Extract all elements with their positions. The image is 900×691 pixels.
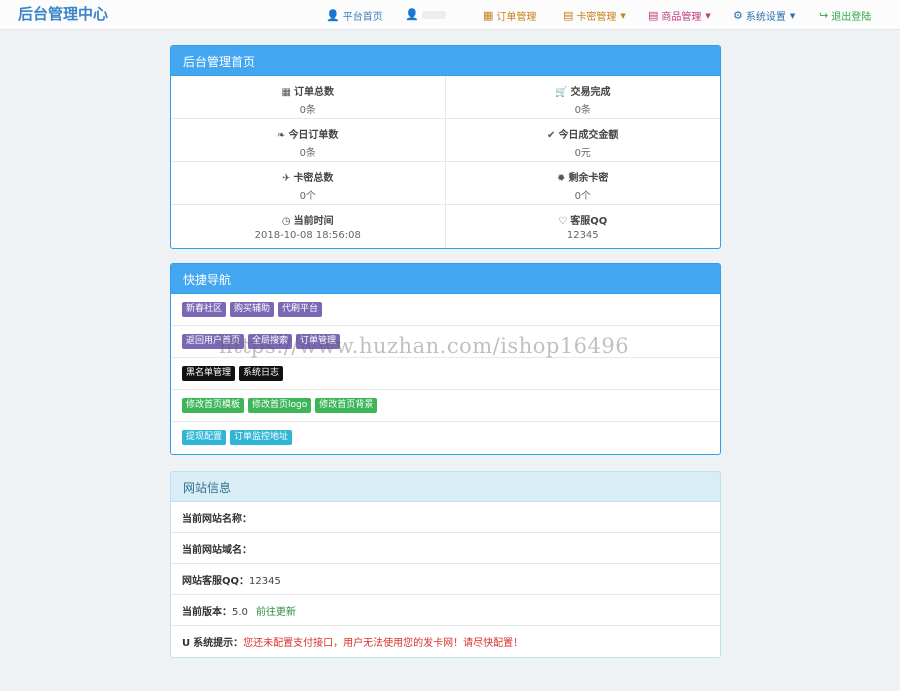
nav-home[interactable]: 👤 平台首页: [326, 8, 383, 23]
stat-label: 今日订单数: [288, 130, 339, 141]
top-navbar: 后台管理中心 👤 平台首页 👤 ▦ 订单管理 ▤ 卡密管理 ▼ ▤ 商品管理 ▼…: [0, 0, 900, 30]
gear-icon: ⚙: [733, 9, 743, 22]
magnet-icon: U: [182, 638, 191, 649]
quicknav-link-edit-template[interactable]: 修改首页模板: [182, 398, 245, 413]
site-name-label: 当前网站名称：: [182, 514, 252, 525]
brand-title[interactable]: 后台管理中心: [18, 3, 108, 24]
stat-service-qq: ♡ 客服QQ 12345: [446, 205, 721, 248]
quicknav-link-buy-assist[interactable]: 购买辅助: [230, 302, 275, 317]
stat-label: 剩余卡密: [568, 173, 609, 184]
username-blurred: [421, 10, 446, 19]
stat-current-time: ◷ 当前时间 2018-10-08 18:56:08: [171, 205, 446, 248]
heart-icon: ♡: [558, 216, 568, 227]
quicknav-title: 快捷导航: [171, 264, 720, 294]
user-icon: 👤: [326, 9, 340, 22]
stat-card-remaining: ✹ 剩余卡密 0个: [445, 162, 720, 205]
site-qq-value: 12345: [249, 576, 281, 587]
nav-orders[interactable]: ▦ 订单管理: [483, 8, 536, 23]
stat-value: 0条: [299, 148, 316, 159]
update-link[interactable]: 前往更新: [256, 607, 296, 618]
stat-label: 当前时间: [293, 216, 334, 227]
nav-products-label: 商品管理: [661, 12, 702, 23]
stat-value: 12345: [566, 230, 599, 241]
asterisk-icon: ✹: [557, 173, 566, 184]
stat-value: 0个: [299, 191, 316, 202]
stat-value: 0条: [299, 105, 316, 116]
card-icon: ▤: [563, 9, 574, 22]
stat-today-orders: ❧ 今日订单数 0条: [171, 119, 446, 162]
stat-value: 2018-10-08 18:56:08: [254, 230, 361, 241]
stat-value: 0条: [574, 105, 591, 116]
nav-orders-label: 订单管理: [496, 12, 537, 23]
stat-today-amount: ✔ 今日成交金额 0元: [445, 119, 720, 162]
stat-order-total: ▦ 订单总数 0条: [171, 76, 446, 119]
stat-completed: 🛒 交易完成 0条: [445, 76, 720, 119]
site-domain-label: 当前网站域名：: [182, 545, 252, 556]
site-qq-row: 网站客服QQ：12345: [171, 564, 720, 595]
nav-cards[interactable]: ▤ 卡密管理 ▼: [563, 8, 626, 23]
quicknav-row: 修改首页模板 修改首页logo 修改首页背景: [171, 390, 720, 422]
quicknav-panel: 快捷导航 新春社区 购买辅助 代刷平台 返回用户首页 全局搜索 订单管理 黑名单…: [170, 263, 721, 455]
system-notice-label: 系统提示：: [193, 638, 244, 649]
system-notice-row: U 系统提示：您还未配置支付接口，用户无法使用您的发卡网！请尽快配置！: [171, 626, 720, 657]
nav-user[interactable]: 👤: [405, 8, 446, 21]
watermark-text: https://www.huzhan.com/ishop16496: [219, 334, 630, 358]
system-notice-text: 您还未配置支付接口，用户无法使用您的发卡网！请尽快配置！: [243, 638, 524, 649]
quicknav-link-blacklist[interactable]: 黑名单管理: [182, 366, 236, 381]
stat-label: 交易完成: [570, 87, 611, 98]
table-icon: ▦: [483, 9, 494, 22]
logout-icon: ↪: [819, 9, 829, 22]
stat-label: 客服QQ: [570, 216, 608, 227]
site-version-row: 当前版本：5.0 前往更新: [171, 595, 720, 626]
quicknav-row: 新春社区 购买辅助 代刷平台: [171, 294, 720, 326]
caret-down-icon: ▼: [705, 11, 711, 20]
quicknav-link-order-monitor[interactable]: 订单监控地址: [230, 430, 293, 445]
quicknav-link-edit-background[interactable]: 修改首页背景: [315, 398, 378, 413]
stats-grid: ▦ 订单总数 0条 🛒 交易完成 0条 ❧ 今日订单数 0条 ✔ 今日成交金额 0元 ✈…: [171, 76, 720, 248]
dashboard-title: 后台管理首页: [171, 46, 720, 76]
site-version-label: 当前版本：: [182, 607, 232, 618]
nav-cards-label: 卡密管理: [576, 12, 617, 23]
caret-down-icon: ▼: [620, 11, 626, 20]
dashboard-panel: 后台管理首页 ▦ 订单总数 0条 🛒 交易完成 0条 ❧ 今日订单数 0条 ✔ 今日成交…: [170, 45, 721, 249]
check-icon: ✔: [547, 130, 556, 141]
site-version-value: 5.0: [232, 607, 248, 618]
plane-icon: ✈: [282, 173, 291, 184]
user-icon: 👤: [405, 8, 419, 21]
quicknav-link-spring-community[interactable]: 新春社区: [182, 302, 227, 317]
site-name-row: 当前网站名称：: [171, 502, 720, 533]
stat-card-total: ✈ 卡密总数 0个: [171, 162, 446, 205]
stat-label: 卡密总数: [293, 173, 334, 184]
quicknav-link-withdraw-config[interactable]: 提现配置: [182, 430, 227, 445]
site-qq-label: 网站客服QQ：: [182, 576, 250, 587]
cart-icon: 🛒: [555, 87, 568, 98]
site-domain-row: 当前网站域名：: [171, 533, 720, 564]
box-icon: ▤: [648, 9, 659, 22]
leaf-icon: ❧: [277, 130, 286, 141]
clock-icon: ◷: [281, 216, 291, 227]
quicknav-row: 提现配置 订单监控地址: [171, 422, 720, 454]
caret-down-icon: ▼: [789, 11, 796, 20]
stat-value: 0元: [574, 148, 591, 159]
nav-products[interactable]: ▤ 商品管理 ▼: [648, 8, 711, 23]
grid-icon: ▦: [281, 87, 291, 98]
nav-settings-label: 系统设置: [745, 12, 786, 23]
siteinfo-panel: 网站信息 当前网站名称： 当前网站域名： 网站客服QQ：12345 当前版本：5…: [170, 471, 721, 658]
stat-value: 0个: [574, 191, 591, 202]
stat-label: 订单总数: [293, 87, 334, 98]
quicknav-link-edit-logo[interactable]: 修改首页logo: [248, 398, 312, 413]
nav-home-label: 平台首页: [342, 12, 383, 23]
nav-settings[interactable]: ⚙ 系统设置 ▼: [733, 8, 795, 23]
siteinfo-title: 网站信息: [171, 472, 720, 502]
nav-logout[interactable]: ↪ 退出登陆: [819, 8, 871, 23]
quicknav-link-proxy-platform[interactable]: 代刷平台: [278, 302, 323, 317]
quicknav-link-system-log[interactable]: 系统日志: [239, 366, 284, 381]
quicknav-row: 黑名单管理 系统日志: [171, 358, 720, 390]
stat-label: 今日成交金额: [558, 130, 619, 141]
nav-logout-label: 退出登陆: [831, 12, 872, 23]
